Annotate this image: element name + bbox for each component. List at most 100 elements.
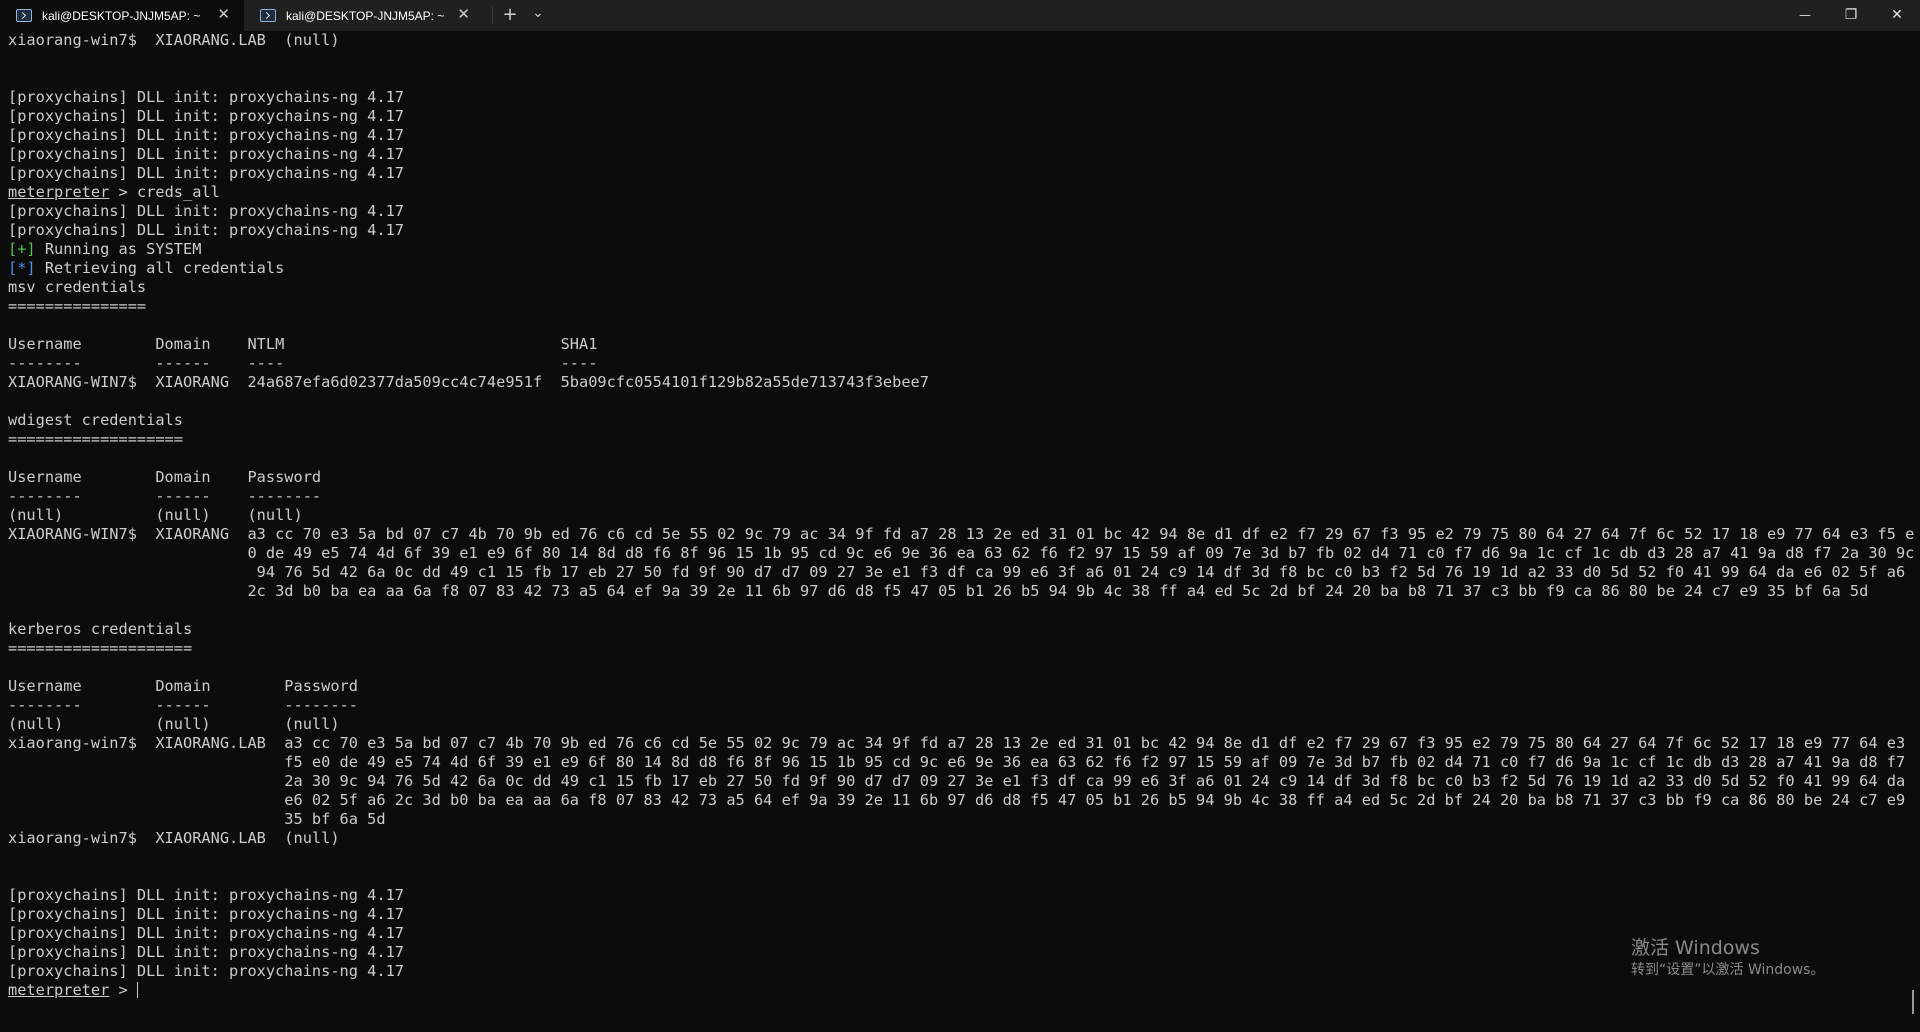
terminal-line: ===================: [8, 430, 1920, 449]
line-text: -------- ------ ---- ----: [8, 354, 598, 372]
terminal-line: f5 e0 de 49 e5 74 4d 6f 39 e1 e9 6f 80 1…: [8, 753, 1920, 772]
terminal-line: -------- ------ --------: [8, 487, 1920, 506]
line-text: [proxychains] DLL init: proxychains-ng 4…: [8, 126, 405, 144]
line-text: [proxychains] DLL init: proxychains-ng 4…: [8, 202, 405, 220]
close-button[interactable]: ✕: [1874, 0, 1920, 31]
line-text: (null) (null) (null): [8, 506, 303, 524]
line-text: >: [109, 981, 137, 999]
tab-label: kali@DESKTOP-JNJM5AP: ~: [286, 8, 445, 23]
terminal-line: (null) (null) (null): [8, 715, 1920, 734]
terminal-line: [*] Retrieving all credentials: [8, 259, 1920, 278]
line-text: -------- ------ --------: [8, 487, 322, 505]
line-text: XIAORANG-WIN7$ XIAORANG a3 cc 70 e3 5a b…: [8, 525, 1915, 543]
terminal-line: meterpreter >: [8, 981, 1920, 1000]
line-text: [proxychains] DLL init: proxychains-ng 4…: [8, 145, 405, 163]
line-text: Username Domain NTLM SHA1: [8, 335, 598, 353]
line-text: 0 de 49 e5 74 4d 6f 39 e1 e9 6f 80 14 8d…: [8, 544, 1915, 562]
tab-close-icon[interactable]: ✕: [457, 7, 470, 23]
line-text: -------- ------ --------: [8, 696, 358, 714]
scrollbar[interactable]: [1912, 990, 1914, 1014]
line-text: [proxychains] DLL init: proxychains-ng 4…: [8, 107, 405, 125]
line-text: [proxychains] DLL init: proxychains-ng 4…: [8, 943, 405, 961]
line-text: [proxychains] DLL init: proxychains-ng 4…: [8, 164, 405, 182]
tab-1[interactable]: kali@DESKTOP-JNJM5AP: ~ ✕: [0, 0, 244, 31]
status-tag: [+]: [8, 240, 36, 258]
terminal-output[interactable]: xiaorang-win7$ XIAORANG.LAB (null) [proxy…: [0, 31, 1920, 1032]
terminal-line: 35 bf 6a 5d: [8, 810, 1920, 829]
terminal-line: [proxychains] DLL init: proxychains-ng 4…: [8, 221, 1920, 240]
line-text: [proxychains] DLL init: proxychains-ng 4…: [8, 924, 405, 942]
line-text: msv credentials: [8, 278, 147, 296]
line-text: e6 02 5f a6 2c 3d b0 ba ea aa 6a f8 07 8…: [8, 791, 1906, 809]
line-text: 2a 30 9c 94 76 5d 42 6a 0c dd 49 c1 15 f…: [8, 772, 1906, 790]
terminal-line: Username Domain Password: [8, 677, 1920, 696]
terminal-line: XIAORANG-WIN7$ XIAORANG a3 cc 70 e3 5a b…: [8, 525, 1920, 544]
terminal-line: 2c 3d b0 ba ea aa 6a f8 07 83 42 73 a5 6…: [8, 582, 1920, 601]
line-text: XIAORANG-WIN7$ XIAORANG 24a687efa6d02377…: [8, 373, 929, 391]
line-text: xiaorang-win7$ XIAORANG.LAB (null): [8, 31, 340, 49]
line-text: (null) (null) (null): [8, 715, 340, 733]
terminal-line: xiaorang-win7$ XIAORANG.LAB a3 cc 70 e3 …: [8, 734, 1920, 753]
tab-close-icon[interactable]: ✕: [217, 7, 230, 23]
tab-label: kali@DESKTOP-JNJM5AP: ~: [42, 8, 201, 23]
maximize-button[interactable]: ❐: [1828, 0, 1874, 31]
windows-activation-watermark: 激活 Windows 转到“设置”以激活 Windows。: [1631, 936, 1824, 980]
terminal-line: [proxychains] DLL init: proxychains-ng 4…: [8, 905, 1920, 924]
terminal-line: xiaorang-win7$ XIAORANG.LAB (null): [8, 31, 1920, 50]
terminal-line: 2a 30 9c 94 76 5d 42 6a 0c dd 49 c1 15 f…: [8, 772, 1920, 791]
terminal-line: [proxychains] DLL init: proxychains-ng 4…: [8, 202, 1920, 221]
terminal-line: msv credentials: [8, 278, 1920, 297]
line-text: [proxychains] DLL init: proxychains-ng 4…: [8, 962, 405, 980]
terminal-line: wdigest credentials: [8, 411, 1920, 430]
line-text: [proxychains] DLL init: proxychains-ng 4…: [8, 886, 405, 904]
terminal-line: -------- ------ ---- ----: [8, 354, 1920, 373]
line-text: Running as SYSTEM: [35, 240, 202, 258]
line-text: > creds_all: [109, 183, 220, 201]
new-tab-button[interactable]: +: [497, 4, 523, 26]
line-text: [proxychains] DLL init: proxychains-ng 4…: [8, 88, 405, 106]
line-text: Username Domain Password: [8, 677, 358, 695]
terminal-line: meterpreter > creds_all: [8, 183, 1920, 202]
line-text: 94 76 5d 42 6a 0c dd 49 c1 15 fb 17 eb 2…: [8, 563, 1906, 581]
terminal-icon: [16, 9, 32, 22]
terminal-line: 94 76 5d 42 6a 0c dd 49 c1 15 fb 17 eb 2…: [8, 563, 1920, 582]
terminal-line: -------- ------ --------: [8, 696, 1920, 715]
meterpreter-prompt: meterpreter: [8, 183, 110, 201]
status-tag: [*]: [8, 259, 36, 277]
text-cursor: [136, 982, 138, 998]
terminal-line: kerberos credentials: [8, 620, 1920, 639]
watermark-title: 激活 Windows: [1631, 937, 1760, 959]
line-text: ===============: [8, 297, 147, 315]
line-text: Username Domain Password: [8, 468, 322, 486]
terminal-line: [proxychains] DLL init: proxychains-ng 4…: [8, 886, 1920, 905]
terminal-line: xiaorang-win7$ XIAORANG.LAB (null): [8, 829, 1920, 848]
terminal-line: [+] Running as SYSTEM: [8, 240, 1920, 259]
terminal-line: 0 de 49 e5 74 4d 6f 39 e1 e9 6f 80 14 8d…: [8, 544, 1920, 563]
terminal-line: XIAORANG-WIN7$ XIAORANG 24a687efa6d02377…: [8, 373, 1920, 392]
terminal-line: [proxychains] DLL init: proxychains-ng 4…: [8, 164, 1920, 183]
terminal-icon: [260, 9, 276, 22]
line-text: [proxychains] DLL init: proxychains-ng 4…: [8, 905, 405, 923]
terminal-line: ====================: [8, 639, 1920, 658]
terminal-line: [proxychains] DLL init: proxychains-ng 4…: [8, 88, 1920, 107]
line-text: Retrieving all credentials: [35, 259, 285, 277]
dropdown-chevron-icon[interactable]: ⌄: [525, 2, 551, 24]
tab-2[interactable]: kali@DESKTOP-JNJM5AP: ~ ✕: [244, 0, 484, 31]
meterpreter-prompt: meterpreter: [8, 981, 110, 999]
title-bar: kali@DESKTOP-JNJM5AP: ~ ✕ kali@DESKTOP-J…: [0, 0, 1920, 31]
line-text: ====================: [8, 639, 193, 657]
line-text: [proxychains] DLL init: proxychains-ng 4…: [8, 221, 405, 239]
line-text: xiaorang-win7$ XIAORANG.LAB (null): [8, 829, 340, 847]
line-text: ===================: [8, 430, 183, 448]
line-text: f5 e0 de 49 e5 74 4d 6f 39 e1 e9 6f 80 1…: [8, 753, 1906, 771]
minimize-button[interactable]: —: [1782, 0, 1828, 31]
line-text: 35 bf 6a 5d: [8, 810, 386, 828]
